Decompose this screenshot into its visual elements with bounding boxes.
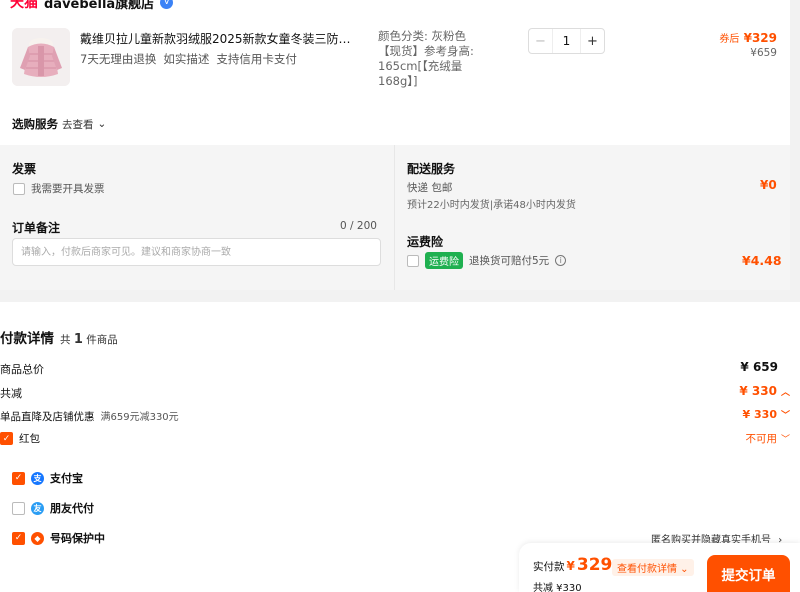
friend-pay-label: 朋友代付 [50, 502, 94, 515]
store-discount-value[interactable]: ¥ 330 ﹀ [700, 408, 790, 421]
original-price: ¥659 [750, 47, 777, 59]
discount-label: 共减 [0, 387, 22, 400]
product-tags: 7天无理由退换 如实描述 支持信用卡支付 [80, 51, 297, 67]
insurance-badge: 运费险 [425, 252, 463, 269]
product-spec[interactable]: 颜色分类: 灰粉色【现货】参考身高: 165cm[【充绒量168g】] [378, 29, 486, 89]
remark-title: 订单备注 [12, 221, 61, 235]
info-icon[interactable]: i [555, 255, 567, 266]
options-panel [0, 145, 790, 290]
alipay-label: 支付宝 [50, 472, 83, 485]
invoice-label[interactable]: 我需要开具发票 [31, 181, 105, 196]
coupon-price: ¥329 [743, 31, 777, 45]
tmall-logo: 天猫 [10, 0, 38, 11]
invoice-checkbox[interactable] [13, 182, 25, 195]
quantity-stepper[interactable]: − 1 + [528, 28, 605, 54]
saved-amount: 共减 ¥330 [533, 583, 582, 592]
store-discount-note: 满659元减330元 [100, 412, 179, 423]
total-value: ¥ 659 [740, 360, 778, 374]
number-protection-checkbox[interactable]: ✓ [12, 531, 25, 545]
insurance-title: 运费险 [407, 235, 444, 249]
invoice-option[interactable]: 我需要开具发票 [13, 181, 105, 196]
pay-label: 实付款 [533, 561, 565, 573]
delivery-eta: 预计22小时内发货|承诺48小时内发货 [407, 200, 576, 211]
delivery-title: 配送服务 [407, 162, 456, 176]
insurance-option[interactable]: 运费险 退换货可赔付5元 i [407, 252, 567, 269]
submit-order-button[interactable]: 提交订单 [707, 555, 790, 592]
divider [394, 145, 395, 290]
store-discount-row: 单品直降及店铺优惠 满659元减330元 [0, 408, 179, 424]
payment-detail-link[interactable]: 查看付款详情 ⌄ [612, 559, 694, 576]
shield-icon: ◆ [31, 531, 44, 545]
chevron-down-icon[interactable]: ﹀ [781, 435, 790, 445]
currency-symbol: ¥ [566, 559, 575, 573]
insurance-checkbox[interactable] [407, 254, 419, 267]
tag-accurate: 如实描述 [163, 52, 210, 66]
red-packet-row[interactable]: ✓ 红包 [0, 431, 40, 446]
tag-return: 7天无理由退换 [80, 52, 157, 66]
payment-title: 付款详情 [0, 331, 54, 347]
chevron-down-icon[interactable]: ⌄ [98, 118, 107, 130]
insurance-desc: 退换货可赔付5元 [469, 255, 550, 267]
item-count: 共 1 件商品 [60, 332, 118, 347]
increase-button[interactable]: + [580, 29, 604, 53]
friend-pay-checkbox[interactable] [12, 501, 25, 515]
red-packet-value[interactable]: 不可用 ﹀ [700, 431, 790, 446]
red-packet-label: 红包 [19, 433, 40, 445]
red-packet-checkbox[interactable]: ✓ [0, 432, 13, 445]
addon-services[interactable]: 选购服务 去查看 ⌄ [12, 116, 106, 132]
tag-credit-card: 支持信用卡支付 [216, 52, 297, 66]
delivery-method: 快递 包邮 [407, 182, 453, 194]
store-discount-label: 单品直降及店铺优惠 [0, 411, 95, 423]
invoice-title: 发票 [12, 162, 37, 176]
pay-amount: 329 [576, 555, 613, 575]
number-protection-label: 号码保护中 [50, 532, 105, 545]
discount-value[interactable]: ¥ 330 ︿ [700, 384, 790, 398]
price-box: 券后 ¥329 ¥659 [700, 30, 777, 59]
method-alipay[interactable]: ✓ 支 支付宝 [12, 470, 83, 486]
insurance-price: ¥4.48 [742, 253, 782, 268]
addon-link[interactable]: 去查看 [62, 117, 94, 132]
remark-count: 0 / 200 [340, 220, 377, 232]
alipay-icon: 支 [31, 471, 44, 485]
store-name[interactable]: davebella旗舰店 [44, 0, 154, 12]
product-thumbnail[interactable] [12, 28, 70, 86]
remark-input[interactable] [12, 238, 381, 266]
payment-header: 付款详情 共 1 件商品 [0, 327, 118, 347]
coupon-label: 券后 [719, 34, 740, 45]
product-title[interactable]: 戴维贝拉儿童新款羽绒服2025新款女童冬装三防外套... [80, 30, 360, 47]
pay-total: 实付款 ¥ 329 [533, 555, 612, 575]
decrease-button[interactable]: − [529, 29, 553, 53]
pink-coat-image [12, 28, 70, 86]
quantity-value[interactable]: 1 [553, 34, 580, 48]
chevron-up-icon[interactable]: ︿ [781, 388, 790, 398]
alipay-checkbox[interactable]: ✓ [12, 471, 25, 485]
delivery-fee: ¥0 [760, 178, 777, 192]
chevron-down-icon[interactable]: ﹀ [781, 411, 790, 421]
verified-icon: V [160, 0, 174, 9]
method-friend-pay[interactable]: 友 朋友代付 [12, 500, 94, 516]
total-label: 商品总价 [0, 363, 44, 376]
method-number-protection[interactable]: ✓ ◆ 号码保护中 [12, 530, 105, 546]
friend-pay-icon: 友 [31, 501, 44, 515]
coupon-price-line: 券后 ¥329 [700, 30, 777, 45]
store-header[interactable]: 天猫 davebella旗舰店 V [10, 0, 174, 12]
addon-label: 选购服务 [12, 117, 58, 131]
